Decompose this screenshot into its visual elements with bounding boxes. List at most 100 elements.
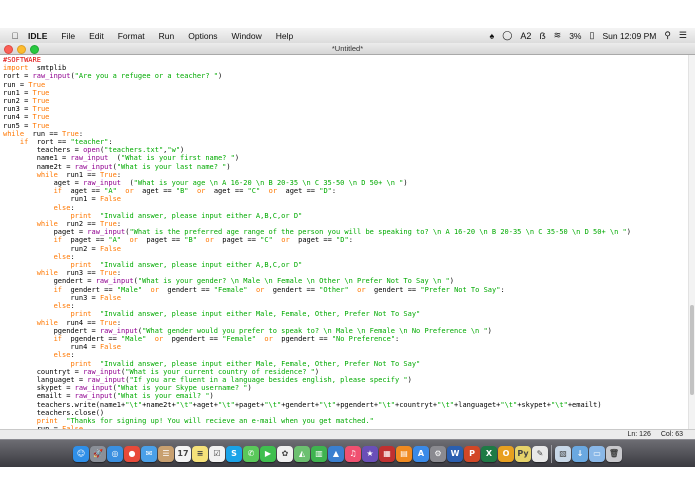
preview-icon[interactable]: ▧ bbox=[555, 446, 571, 462]
scrollbar-thumb[interactable] bbox=[690, 305, 694, 395]
code-line[interactable]: run2 = False bbox=[3, 245, 689, 253]
code-line[interactable]: name1 = raw_input ("What is your first n… bbox=[3, 154, 689, 162]
battery-icon[interactable]: ▯ bbox=[586, 30, 599, 41]
menu-file[interactable]: File bbox=[54, 31, 82, 41]
code-line[interactable]: skypet = raw_input("What is your Skype u… bbox=[3, 384, 689, 392]
menu-options[interactable]: Options bbox=[181, 31, 224, 41]
code-line[interactable]: while run3 == True: bbox=[3, 269, 689, 277]
documents-folder-icon[interactable]: ▭ bbox=[589, 446, 605, 462]
adobe-badge[interactable]: A2 bbox=[516, 31, 535, 41]
app-store-icon[interactable]: A bbox=[413, 446, 429, 462]
office-icon[interactable]: O bbox=[498, 446, 514, 462]
close-window-button[interactable] bbox=[4, 45, 13, 54]
itunes-icon[interactable]: ♫ bbox=[345, 446, 361, 462]
finder-icon[interactable]: ☺ bbox=[73, 446, 89, 462]
idle-icon[interactable]: ✎ bbox=[532, 446, 548, 462]
code-line[interactable]: run4 = True bbox=[3, 113, 689, 121]
code-line[interactable]: languaget = raw_input("If you are fluent… bbox=[3, 376, 689, 384]
code-line[interactable]: while run2 == True: bbox=[3, 220, 689, 228]
notes-icon[interactable]: ≡ bbox=[192, 446, 208, 462]
code-line[interactable]: countryt = raw_input("What is your curre… bbox=[3, 368, 689, 376]
facetime-icon[interactable]: ▶ bbox=[260, 446, 276, 462]
code-line[interactable]: print "Thanks for signing up! You will r… bbox=[3, 417, 689, 425]
launchpad-icon[interactable]: 🚀 bbox=[90, 446, 106, 462]
menu-edit[interactable]: Edit bbox=[82, 31, 111, 41]
numbers-icon[interactable]: ▥ bbox=[311, 446, 327, 462]
code-line[interactable]: name2t = raw_input("What is your last na… bbox=[3, 163, 689, 171]
maps-icon[interactable]: ◭ bbox=[294, 446, 310, 462]
menu-window[interactable]: Window bbox=[225, 31, 269, 41]
word-icon[interactable]: W bbox=[447, 446, 463, 462]
calendar-icon[interactable]: 17 bbox=[175, 446, 191, 462]
code-line[interactable]: run1 = True bbox=[3, 89, 689, 97]
downloads-folder-icon[interactable]: ↓ bbox=[572, 446, 588, 462]
code-line[interactable]: while run1 == True: bbox=[3, 171, 689, 179]
mail-icon[interactable]: ✉ bbox=[141, 446, 157, 462]
code-line[interactable]: run = True bbox=[3, 81, 689, 89]
messages-icon[interactable]: ✆ bbox=[243, 446, 259, 462]
code-line[interactable]: pgendert = raw_input("What gender would … bbox=[3, 327, 689, 335]
code-line[interactable]: while run4 == True: bbox=[3, 319, 689, 327]
code-line[interactable]: emailt = raw_input("What is your email? … bbox=[3, 392, 689, 400]
code-line[interactable]: if pgendert == "Male" or pgendert == "Fe… bbox=[3, 335, 689, 343]
creative-cloud-icon[interactable]: ◯ bbox=[498, 30, 516, 41]
menu-run[interactable]: Run bbox=[152, 31, 182, 41]
code-line[interactable]: else: bbox=[3, 351, 689, 359]
code-line[interactable]: print "Invalid answer, please input eith… bbox=[3, 212, 689, 220]
code-line[interactable]: paget = raw_input("What is the preferred… bbox=[3, 228, 689, 236]
chrome-icon[interactable]: ● bbox=[124, 446, 140, 462]
apple-menu-icon[interactable]:  bbox=[6, 31, 24, 41]
spotlight-search-icon[interactable]: ⚲ bbox=[660, 30, 675, 41]
menu-format[interactable]: Format bbox=[111, 31, 152, 41]
code-line[interactable]: #SOFTWARE bbox=[3, 56, 689, 64]
code-line[interactable]: import smtplib bbox=[3, 64, 689, 72]
code-line[interactable]: teachers.write(name1+"\t"+name2t+"\t"+ag… bbox=[3, 401, 689, 409]
menu-app-name[interactable]: IDLE bbox=[24, 31, 54, 41]
photo-booth-icon[interactable]: ▦ bbox=[379, 446, 395, 462]
powerpoint-icon[interactable]: P bbox=[464, 446, 480, 462]
vertical-scrollbar[interactable] bbox=[688, 55, 695, 429]
code-line[interactable]: run2 = True bbox=[3, 97, 689, 105]
code-line[interactable]: print "Invalid answer, please input eith… bbox=[3, 360, 689, 368]
code-editor[interactable]: #SOFTWAREimport smtplibrort = raw_input(… bbox=[0, 55, 689, 429]
code-line[interactable]: rort = raw_input("Are you a refugee or a… bbox=[3, 72, 689, 80]
imovie-icon[interactable]: ★ bbox=[362, 446, 378, 462]
skype-icon[interactable]: S bbox=[226, 446, 242, 462]
bluetooth-icon[interactable]: ẞ bbox=[535, 31, 549, 41]
code-text[interactable]: #SOFTWAREimport smtplibrort = raw_input(… bbox=[0, 55, 689, 429]
code-line[interactable]: else: bbox=[3, 204, 689, 212]
reminders-icon[interactable]: ☑ bbox=[209, 446, 225, 462]
evernote-icon[interactable]: ♠ bbox=[485, 31, 498, 41]
photos-icon[interactable]: ✿ bbox=[277, 446, 293, 462]
code-line[interactable]: teachers = open("teachers.txt","w") bbox=[3, 146, 689, 154]
code-line[interactable]: print "Invalid answer, please input eith… bbox=[3, 261, 689, 269]
notification-center-icon[interactable]: ☰ bbox=[675, 30, 691, 41]
menu-help[interactable]: Help bbox=[269, 31, 300, 41]
python-launcher-icon[interactable]: Py bbox=[515, 446, 531, 462]
code-line[interactable]: run3 = False bbox=[3, 294, 689, 302]
code-line[interactable]: run3 = True bbox=[3, 105, 689, 113]
code-line[interactable]: if aget == "A" or aget == "B" or aget ==… bbox=[3, 187, 689, 195]
code-line[interactable]: aget = raw_input ("What is your age \n A… bbox=[3, 179, 689, 187]
code-line[interactable]: else: bbox=[3, 253, 689, 261]
code-line[interactable]: if gendert == "Male" or gendert == "Fema… bbox=[3, 286, 689, 294]
code-line[interactable]: gendert = raw_input("What is your gender… bbox=[3, 277, 689, 285]
ibooks-icon[interactable]: ▤ bbox=[396, 446, 412, 462]
code-line[interactable]: run4 = False bbox=[3, 343, 689, 351]
zoom-window-button[interactable] bbox=[30, 45, 39, 54]
code-line[interactable]: run1 = False bbox=[3, 195, 689, 203]
excel-icon[interactable]: X bbox=[481, 446, 497, 462]
code-line[interactable]: if rort == "teacher": bbox=[3, 138, 689, 146]
safari-icon[interactable]: ◎ bbox=[107, 446, 123, 462]
code-line[interactable]: while run == True: bbox=[3, 130, 689, 138]
code-line[interactable]: teachers.close() bbox=[3, 409, 689, 417]
wifi-icon[interactable]: ≋ bbox=[550, 30, 566, 41]
code-line[interactable]: else: bbox=[3, 302, 689, 310]
trash-icon[interactable]: 🗑 bbox=[606, 446, 622, 462]
system-preferences-icon[interactable]: ⚙ bbox=[430, 446, 446, 462]
code-line[interactable]: run5 = True bbox=[3, 122, 689, 130]
menu-clock[interactable]: Sun 12:09 PM bbox=[598, 31, 660, 41]
code-line[interactable]: if paget == "A" or paget == "B" or paget… bbox=[3, 236, 689, 244]
code-line[interactable]: print "Invalid answer, please input eith… bbox=[3, 310, 689, 318]
contacts-icon[interactable]: ☰ bbox=[158, 446, 174, 462]
